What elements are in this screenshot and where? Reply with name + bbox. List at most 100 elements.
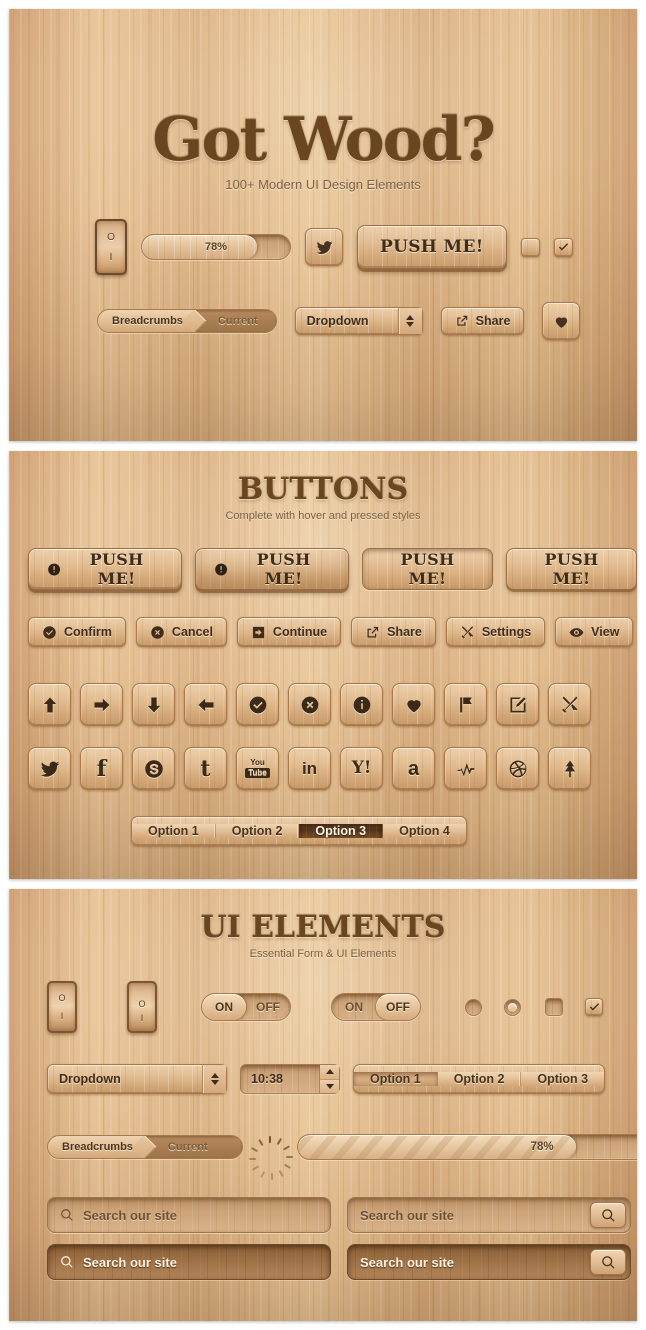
tab-option-2[interactable]: Option 2 [215, 824, 300, 838]
tab-option-4[interactable]: Option 4 [383, 824, 466, 838]
youtube-button[interactable]: You Tube [236, 747, 279, 790]
rocker-switch[interactable]: O I [95, 219, 127, 275]
segment-option-3[interactable]: Option 3 [521, 1072, 605, 1086]
toggle-switch-on[interactable]: ON OFF [201, 993, 291, 1021]
arrow-up-button[interactable] [28, 683, 71, 726]
arrow-left-button[interactable] [184, 683, 227, 726]
search-input-light[interactable]: Search our site [47, 1197, 331, 1233]
search-placeholder: Search our site [360, 1254, 454, 1270]
toggle-on-label[interactable]: ON [202, 994, 246, 1020]
toggle-off-label[interactable]: OFF [246, 994, 290, 1020]
tools-icon [461, 625, 473, 638]
breadcrumb-root[interactable]: Breadcrumbs [98, 310, 196, 332]
flag-icon-button[interactable] [444, 683, 487, 726]
rocker-off-glyph: O [58, 993, 66, 1003]
favorite-button[interactable] [542, 302, 581, 340]
dropdown-select[interactable]: Dropdown [294, 307, 423, 335]
dropdown-select[interactable]: Dropdown [47, 1064, 227, 1094]
share-button[interactable]: Share [351, 617, 436, 647]
stepper-up-button[interactable] [320, 1065, 339, 1080]
search-input-dark[interactable]: Search our site [47, 1244, 331, 1280]
amazon-button[interactable]: a [392, 747, 435, 790]
buttons-section-subtitle: Complete with hover and pressed styles [225, 510, 421, 522]
heart-icon [406, 699, 421, 712]
facebook-button[interactable]: f [80, 747, 123, 790]
yahoo-button[interactable]: Y! [340, 747, 383, 790]
cancel-label: Cancel [171, 625, 213, 639]
rocker-switch-on[interactable]: O I [127, 981, 157, 1033]
forrst-button[interactable] [548, 747, 591, 790]
arrow-down-button[interactable] [132, 683, 175, 726]
tools-icon-button[interactable] [548, 683, 591, 726]
linkedin-button[interactable]: in [288, 747, 331, 790]
search-input-dark-with-button[interactable]: Search our site [347, 1244, 631, 1280]
arrow-right-icon [94, 698, 109, 711]
stepper-down-button[interactable] [320, 1079, 339, 1093]
push-me-button[interactable]: PUSH ME! [357, 225, 507, 269]
twitter-button[interactable] [28, 747, 71, 790]
skype-button[interactable] [132, 747, 175, 790]
push-me-button-normal[interactable]: PUSH ME! [28, 548, 182, 590]
tab-option-1[interactable]: Option 1 [132, 824, 216, 838]
radio-checked[interactable] [504, 998, 521, 1016]
share-button[interactable]: Share [440, 307, 525, 335]
segment-option-1[interactable]: Option 1 [354, 1072, 438, 1086]
yahoo-icon: Y! [351, 758, 372, 778]
view-button[interactable]: View [555, 617, 634, 647]
search-icon [601, 1255, 615, 1269]
confirm-button[interactable]: Confirm [28, 617, 126, 647]
toggle-off-label[interactable]: OFF [376, 994, 420, 1020]
segment-option-2[interactable]: Option 2 [437, 1072, 522, 1086]
progress-row: Breadcrumbs Current 78% [47, 1134, 637, 1180]
info-icon-button[interactable] [340, 683, 383, 726]
stepper-buttons[interactable] [319, 1065, 339, 1093]
time-stepper[interactable]: 10:38 [240, 1064, 340, 1094]
check-icon [558, 242, 568, 250]
dropdown-value: Dropdown [306, 314, 369, 328]
search-submit-button[interactable] [590, 1202, 626, 1228]
toggle-switch-off[interactable]: ON OFF [331, 993, 421, 1021]
chevron-updown-icon[interactable] [397, 308, 422, 334]
dribbble-button[interactable] [496, 747, 539, 790]
checkbox-checked[interactable] [553, 237, 573, 257]
confirm-icon-button[interactable] [236, 683, 279, 726]
push-me-button-pressed[interactable]: PUSH ME! [361, 548, 493, 590]
search-input-light-with-button[interactable]: Search our site [347, 1197, 631, 1233]
breadcrumb-root[interactable]: Breadcrumbs [48, 1136, 146, 1158]
cancel-button[interactable]: Cancel [135, 617, 227, 647]
tumblr-button[interactable]: t [184, 747, 227, 790]
page-subtitle: 100+ Modern UI Design Elements [225, 177, 421, 192]
cancel-icon-button[interactable] [288, 683, 331, 726]
dribbble-icon [509, 760, 526, 777]
checkbox-unchecked[interactable] [545, 998, 563, 1016]
ui-elements-panel: UI ELEMENTS Essential Form & UI Elements… [9, 889, 637, 1321]
search-submit-button[interactable] [590, 1249, 626, 1275]
checkbox-unchecked[interactable] [520, 237, 540, 257]
continue-button[interactable]: Continue [236, 617, 342, 647]
breadcrumb[interactable]: Breadcrumbs Current [47, 1135, 243, 1159]
tab-bar-row: Option 1 Option 2 Option 3 Option 4 [131, 816, 467, 846]
heart-icon-button[interactable] [392, 683, 435, 726]
twitter-icon-button[interactable] [305, 228, 343, 266]
push-me-button-flat[interactable]: PUSH ME! [505, 548, 637, 590]
hero-controls-row-2: Breadcrumbs Current Dropdown Share [97, 302, 581, 340]
tab-option-3[interactable]: Option 3 [299, 824, 384, 838]
breadcrumb[interactable]: Breadcrumbs Current [97, 309, 277, 333]
settings-button[interactable]: Settings [445, 617, 546, 647]
chevron-updown-icon[interactable] [202, 1065, 226, 1093]
push-button-row: PUSH ME! PUSH ME! PUSH ME! PUSH ME! [28, 548, 637, 590]
heart-icon [555, 316, 568, 328]
checkbox-checked[interactable] [585, 998, 603, 1016]
appnet-icon [457, 762, 474, 776]
rocker-switch-off[interactable]: O I [47, 981, 77, 1033]
push-me-button-hover[interactable]: PUSH ME! [194, 548, 349, 590]
edit-icon-button[interactable] [496, 683, 539, 726]
arrow-right-button[interactable] [80, 683, 123, 726]
toggles-row: O I O I ON OFF ON OFF [47, 981, 603, 1033]
appnet-button[interactable] [444, 747, 487, 790]
x-circle-icon [301, 696, 318, 713]
skype-icon [144, 759, 163, 778]
radio-unchecked[interactable] [465, 998, 482, 1016]
toggle-on-label[interactable]: ON [332, 994, 376, 1020]
search-icon [601, 1208, 615, 1222]
